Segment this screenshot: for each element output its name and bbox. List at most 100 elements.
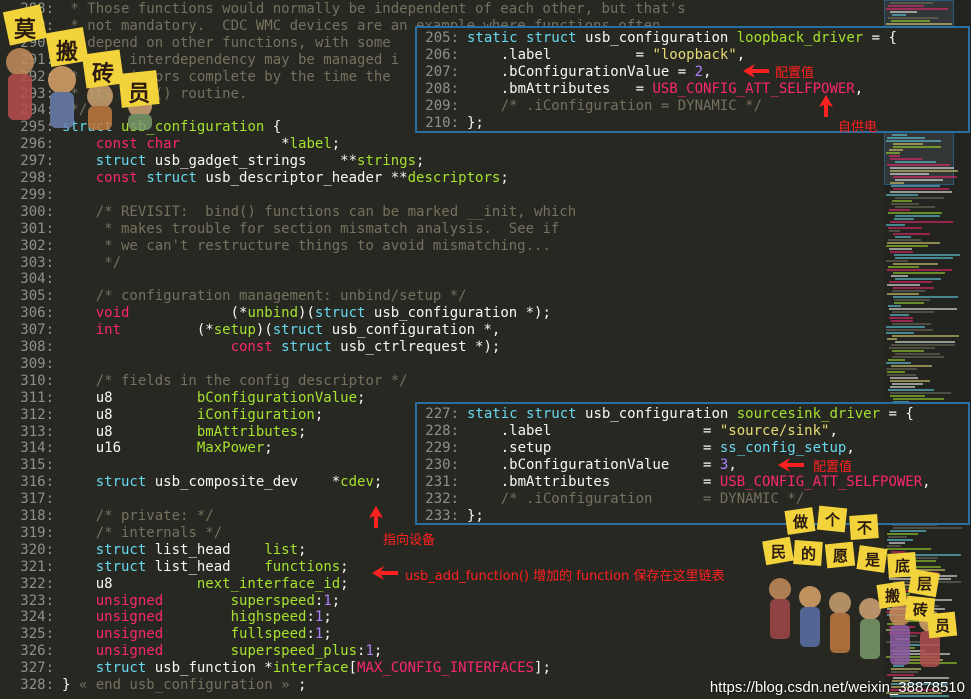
code-line[interactable]: 207: .bConfigurationValue = 2, <box>417 64 711 81</box>
code-line[interactable]: 305: /* configuration management: unbind… <box>0 288 884 305</box>
minimap-line <box>886 23 952 25</box>
line-code: .label = "loopback", <box>459 47 745 63</box>
minimap-line <box>892 323 931 325</box>
minimap-line <box>887 374 916 376</box>
line-code: /* .iConfiguration = DYNAMIC */ <box>459 491 804 507</box>
minimap-line <box>890 380 930 382</box>
code-token: struct <box>281 339 332 355</box>
code-line[interactable]: 320: struct list_head list; <box>0 542 884 559</box>
minimap-line <box>895 179 943 181</box>
code-line[interactable]: 205: static struct usb_configuration loop… <box>417 30 897 47</box>
minimap-line <box>886 329 933 331</box>
minimap-line <box>895 257 953 259</box>
code-token: , <box>922 474 931 490</box>
code-line[interactable]: 323: unsigned superspeed:1; <box>0 593 884 610</box>
minimap-line <box>893 263 938 265</box>
sticker-bottom-char: 砖 <box>913 601 929 619</box>
code-line[interactable]: 206: .label = "loopback", <box>417 47 745 64</box>
code-line[interactable]: 324: unsigned highspeed:1; <box>0 609 884 626</box>
code-token: struct <box>526 406 577 422</box>
code-token: unsigned <box>95 592 164 609</box>
line-code: struct usb_gadget_strings **strings; <box>54 153 425 170</box>
code-line[interactable]: 209: /* .iConfiguration = DYNAMIC */ <box>417 98 762 115</box>
code-line[interactable]: 300: /* REVISIT: bind() functions can be… <box>0 204 884 221</box>
minimap-line <box>889 155 900 157</box>
code-line[interactable]: 303: */ <box>0 255 884 272</box>
minimap-line <box>893 287 934 289</box>
code-line[interactable]: 232: /* .iConfiguration = DYNAMIC */ <box>417 491 804 508</box>
code-line[interactable]: 296: const char *label; <box>0 136 884 153</box>
minimap-line <box>895 236 911 238</box>
code-line[interactable]: 326: unsigned superspeed_plus:1; <box>0 643 884 660</box>
minimap-line <box>891 20 930 22</box>
code-line[interactable]: 302: * we can't restructure things to av… <box>0 238 884 255</box>
line-number: 308: <box>20 339 54 355</box>
code-line[interactable]: 299: <box>0 187 884 204</box>
code-line[interactable]: 327: struct usb_function *interface[MAX_… <box>0 660 884 677</box>
code-token: /* REVISIT: bind() functions can be mark… <box>95 203 577 220</box>
line-number: 317: <box>20 491 54 508</box>
code-line[interactable]: 208: .bmAttributes = USB_CONFIG_ATT_SELF… <box>417 81 863 98</box>
line-number: 296: <box>20 136 54 153</box>
code-popup-loopback: 205: static struct usb_configuration loop… <box>415 26 970 133</box>
code-line[interactable]: 319: /* internals */ <box>0 525 884 542</box>
minimap-line <box>886 8 948 10</box>
code-line[interactable]: 304: <box>0 271 884 288</box>
code-token: .setup = <box>467 440 720 456</box>
code-line[interactable]: 310: /* fields in the config descriptor … <box>0 373 884 390</box>
line-code: .setup = ss_config_setup, <box>459 440 855 456</box>
minimap-line <box>888 17 938 19</box>
minimap-line <box>890 158 922 160</box>
arrow-left-icon <box>372 566 398 580</box>
line-number: 233: <box>425 508 459 524</box>
code-token: highspeed <box>230 609 307 626</box>
code-token: .label = <box>467 423 720 439</box>
code-line[interactable]: 210:}; <box>417 115 484 132</box>
code-token: { <box>264 119 282 136</box>
code-line[interactable]: 233:}; <box>417 508 484 525</box>
code-line[interactable]: 230: .bConfigurationValue = 3, <box>417 457 736 474</box>
minimap-line <box>894 302 924 304</box>
code-line[interactable]: 298: const struct usb_descriptor_header … <box>0 170 884 187</box>
arrow-left-icon <box>743 64 769 78</box>
line-number: 314: <box>20 440 54 457</box>
code-line[interactable]: 228: .label = "source/sink", <box>417 423 838 440</box>
minimap-line <box>886 152 900 154</box>
code-token: /* .iConfiguration = DYNAMIC */ <box>500 491 805 507</box>
code-line[interactable]: 297: struct usb_gadget_strings **strings… <box>0 153 884 170</box>
minimap-line <box>895 206 935 208</box>
code-line[interactable]: 227: static struct usb_configuration sour… <box>417 406 913 423</box>
code-line[interactable]: 306: void (*unbind)(struct usb_configura… <box>0 305 884 322</box>
minimap-line <box>887 338 897 340</box>
minimap-line <box>892 311 934 313</box>
line-number: 207: <box>425 64 459 80</box>
minimap-line <box>894 299 930 301</box>
line-number: 321: <box>20 558 54 575</box>
line-number: 304: <box>20 271 54 288</box>
code-token: , <box>703 64 712 80</box>
minimap-line <box>893 146 941 148</box>
code-line[interactable]: 308: const struct usb_ctrlrequest *); <box>0 339 884 356</box>
code-token: strings <box>357 153 417 170</box>
code-token: int <box>95 322 122 339</box>
code-line[interactable]: 231: .bmAttributes = USB_CONFIG_ATT_SELF… <box>417 474 931 491</box>
code-line[interactable]: 309: <box>0 356 884 373</box>
code-token: * makes trouble for section mismatch ana… <box>95 220 560 237</box>
code-token: usb_function * <box>146 660 273 677</box>
code-line[interactable]: 307: int (*setup)(struct usb_configurati… <box>0 322 884 339</box>
minimap-line <box>889 149 903 151</box>
line-code: u8 iConfiguration; <box>54 407 324 423</box>
minimap-line <box>893 398 944 400</box>
code-line[interactable]: 229: .setup = ss_config_setup, <box>417 440 855 457</box>
minimap-line <box>891 320 913 322</box>
code-token: superspeed <box>230 592 315 609</box>
code-token: unsigned <box>95 626 164 643</box>
minimap-line <box>889 317 913 319</box>
code-line[interactable]: 301: * makes trouble for section mismatc… <box>0 221 884 238</box>
line-code: u16 MaxPower; <box>54 440 273 456</box>
code-token: cdev <box>340 474 374 491</box>
code-line[interactable]: 325: unsigned fullspeed:1; <box>0 626 884 643</box>
code-token: ; <box>340 558 349 575</box>
minimap-line <box>891 668 921 670</box>
